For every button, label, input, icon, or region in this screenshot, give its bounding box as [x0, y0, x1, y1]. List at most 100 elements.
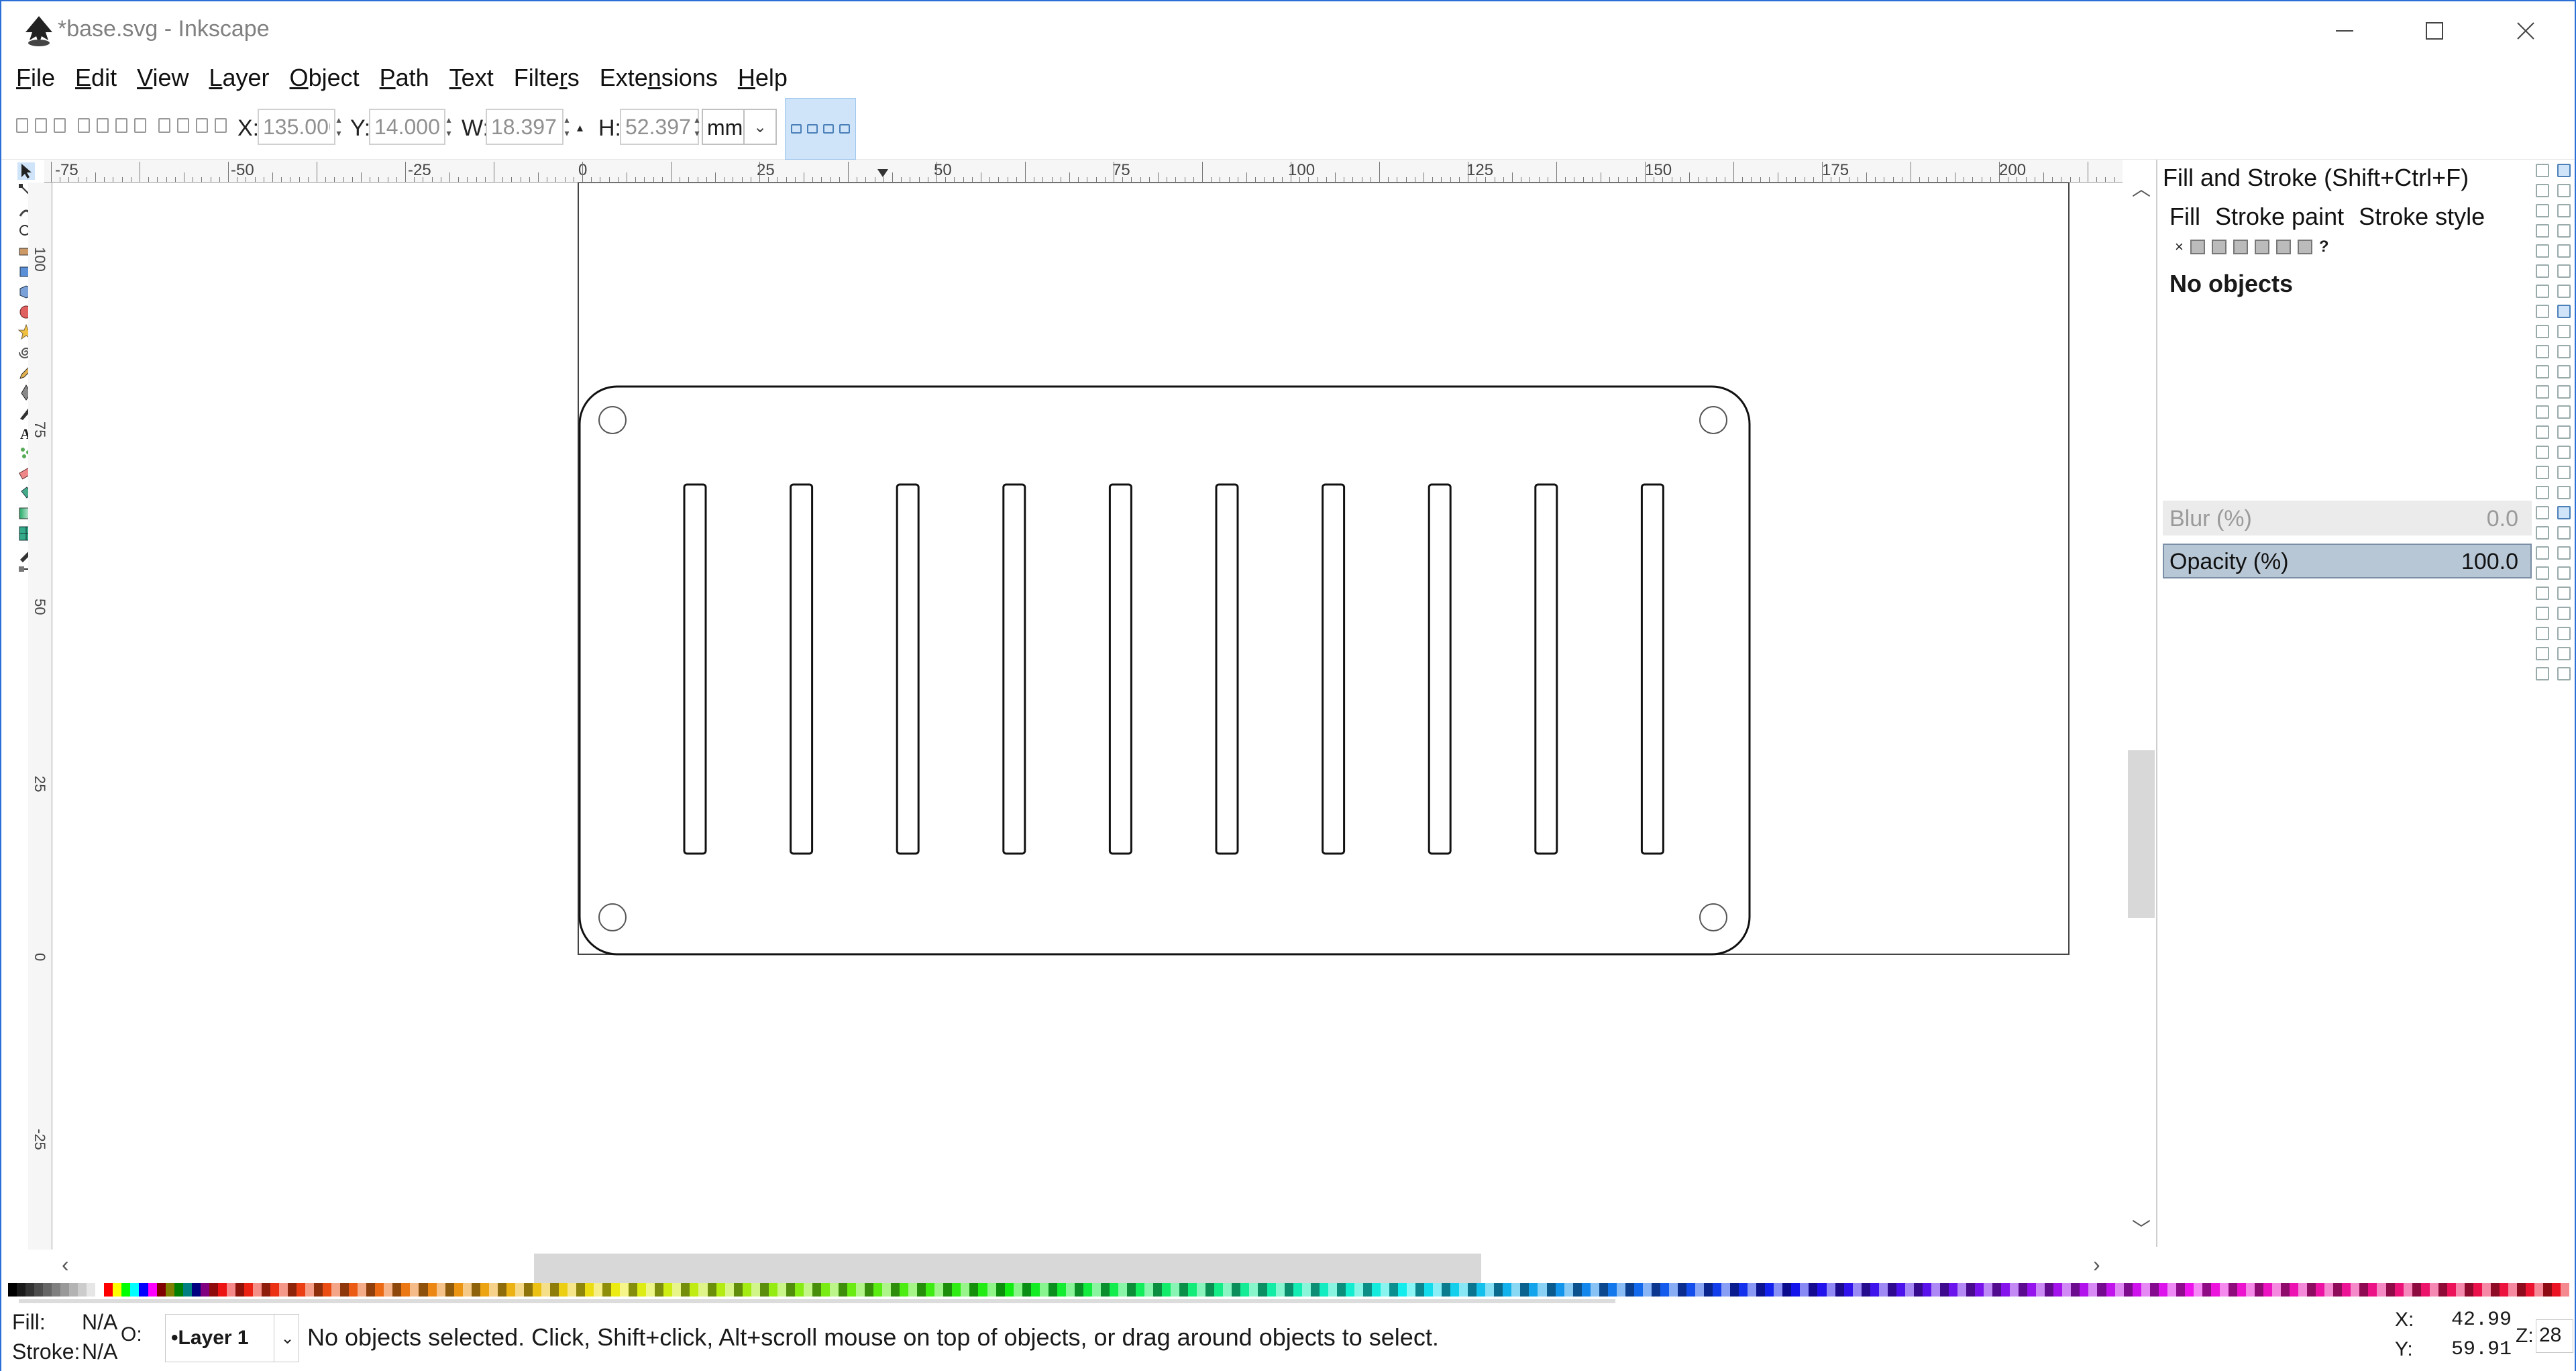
- w-input[interactable]: [486, 109, 564, 145]
- palette-swatch[interactable]: [2027, 1283, 2037, 1297]
- palette-swatch[interactable]: [366, 1283, 376, 1297]
- palette-swatch[interactable]: [1240, 1283, 1250, 1297]
- palette-swatch[interactable]: [1538, 1283, 1547, 1297]
- snap-xml-editor-icon[interactable]: [2557, 607, 2571, 620]
- palette-swatch[interactable]: [1267, 1283, 1276, 1297]
- palette-swatch[interactable]: [1748, 1283, 1757, 1297]
- chevron-down-icon[interactable]: ⌄: [274, 1314, 301, 1362]
- palette-swatch[interactable]: [480, 1283, 489, 1297]
- palette-swatch[interactable]: [2429, 1283, 2438, 1297]
- palette-swatch[interactable]: [2202, 1283, 2211, 1297]
- palette-swatch[interactable]: [2036, 1283, 2045, 1297]
- palette-swatch[interactable]: [1485, 1283, 1495, 1297]
- palette-swatch[interactable]: [139, 1283, 148, 1297]
- xml-editor-icon[interactable]: [2536, 607, 2549, 620]
- palette-swatch[interactable]: [1397, 1283, 1407, 1297]
- snap-zoom-page-icon[interactable]: [2557, 425, 2571, 439]
- palette-swatch[interactable]: [838, 1283, 847, 1297]
- palette-swatch[interactable]: [1529, 1283, 1538, 1297]
- palette-swatch[interactable]: [1223, 1283, 1232, 1297]
- palette-swatch[interactable]: [2010, 1283, 2019, 1297]
- palette-swatch[interactable]: [1546, 1283, 1556, 1297]
- opacity-indicator-label[interactable]: O:: [121, 1323, 142, 1346]
- scroll-up-icon[interactable]: ︿: [2132, 174, 2151, 201]
- palette-swatch[interactable]: [261, 1283, 270, 1297]
- palette-swatch[interactable]: [1039, 1283, 1049, 1297]
- duplicate-icon[interactable]: [2536, 446, 2549, 459]
- palette-swatch[interactable]: [1633, 1283, 1643, 1297]
- palette-swatch[interactable]: [637, 1283, 647, 1297]
- scale-corners-toggle-icon[interactable]: [807, 124, 818, 134]
- palette-swatch[interactable]: [2368, 1283, 2377, 1297]
- menu-filters[interactable]: Filters: [514, 64, 580, 92]
- palette-swatch[interactable]: [148, 1283, 157, 1297]
- palette-swatch[interactable]: [1555, 1283, 1564, 1297]
- palette-swatch[interactable]: [1336, 1283, 1346, 1297]
- palette-swatch[interactable]: [314, 1283, 323, 1297]
- palette-swatch[interactable]: [1931, 1283, 1940, 1297]
- palette-swatch[interactable]: [1809, 1283, 1818, 1297]
- raise-to-top-icon[interactable]: [215, 118, 227, 133]
- palette-swatch[interactable]: [1345, 1283, 1354, 1297]
- snap-paste-icon[interactable]: [2557, 365, 2571, 378]
- palette-swatch[interactable]: [891, 1283, 900, 1297]
- scroll-right-icon[interactable]: ›: [2093, 1252, 2100, 1277]
- palette-swatch[interactable]: [620, 1283, 629, 1297]
- palette-swatch[interactable]: [2333, 1283, 2343, 1297]
- palette-swatch[interactable]: [340, 1283, 350, 1297]
- palette-swatch[interactable]: [2141, 1283, 2150, 1297]
- palette-swatch[interactable]: [2543, 1283, 2553, 1297]
- palette-swatch[interactable]: [1319, 1283, 1328, 1297]
- palette-swatch[interactable]: [1791, 1283, 1801, 1297]
- palette-swatch[interactable]: [2210, 1283, 2220, 1297]
- fill-indicator-value[interactable]: N/A: [82, 1310, 117, 1335]
- palette-swatch[interactable]: [873, 1283, 883, 1297]
- palette-swatch[interactable]: [95, 1283, 105, 1297]
- palette-swatch[interactable]: [1424, 1283, 1434, 1297]
- palette-swatch[interactable]: [78, 1283, 87, 1297]
- palette-swatch[interactable]: [1642, 1283, 1652, 1297]
- x-input[interactable]: [258, 109, 335, 145]
- palette-swatch[interactable]: [602, 1283, 612, 1297]
- unlink-clone-icon[interactable]: [2536, 486, 2549, 499]
- palette-swatch[interactable]: [768, 1283, 777, 1297]
- palette-swatch[interactable]: [401, 1283, 411, 1297]
- palette-swatch[interactable]: [1904, 1283, 1914, 1297]
- linear-gradient-icon[interactable]: [2211, 240, 2226, 254]
- palette-swatch[interactable]: [1030, 1283, 1040, 1297]
- palette-swatch[interactable]: [1599, 1283, 1608, 1297]
- palette-swatch[interactable]: [34, 1283, 44, 1297]
- menu-object[interactable]: Object: [290, 64, 360, 92]
- palette-swatch[interactable]: [1817, 1283, 1827, 1297]
- palette-swatch[interactable]: [182, 1283, 192, 1297]
- horizontal-scrollbar[interactable]: ‹ ›: [44, 1250, 2123, 1283]
- palette-swatch[interactable]: [488, 1283, 498, 1297]
- horizontal-scroll-thumb[interactable]: [534, 1254, 1481, 1283]
- palette-swatch[interactable]: [200, 1283, 209, 1297]
- palette-swatch[interactable]: [1328, 1283, 1337, 1297]
- palette-swatch[interactable]: [1232, 1283, 1241, 1297]
- h-spinner[interactable]: ▴ ▾: [692, 113, 702, 140]
- palette-swatch[interactable]: [1371, 1283, 1381, 1297]
- palette-swatch[interactable]: [523, 1283, 533, 1297]
- palette-swatch[interactable]: [121, 1283, 131, 1297]
- palette-swatch[interactable]: [2324, 1283, 2334, 1297]
- palette-swatch[interactable]: [471, 1283, 480, 1297]
- cut-icon[interactable]: [2536, 345, 2549, 358]
- palette-swatch[interactable]: [611, 1283, 621, 1297]
- menu-view[interactable]: View: [137, 64, 189, 92]
- palette-swatch[interactable]: [2071, 1283, 2080, 1297]
- snap-align-icon[interactable]: [2557, 627, 2571, 640]
- flat-color-icon[interactable]: [2190, 240, 2205, 254]
- mesh-gradient-icon[interactable]: [2254, 240, 2269, 254]
- palette-swatch[interactable]: [594, 1283, 603, 1297]
- palette-swatch[interactable]: [2062, 1283, 2072, 1297]
- h-input[interactable]: [620, 109, 699, 145]
- chevron-down-icon[interactable]: ⌄: [743, 110, 775, 144]
- palette-swatch[interactable]: [2307, 1283, 2316, 1297]
- palette-swatch[interactable]: [1843, 1283, 1853, 1297]
- palette-swatch[interactable]: [1713, 1283, 1722, 1297]
- palette-swatch[interactable]: [1896, 1283, 1905, 1297]
- palette-swatch[interactable]: [1074, 1283, 1083, 1297]
- snap-save-icon[interactable]: [2557, 204, 2571, 217]
